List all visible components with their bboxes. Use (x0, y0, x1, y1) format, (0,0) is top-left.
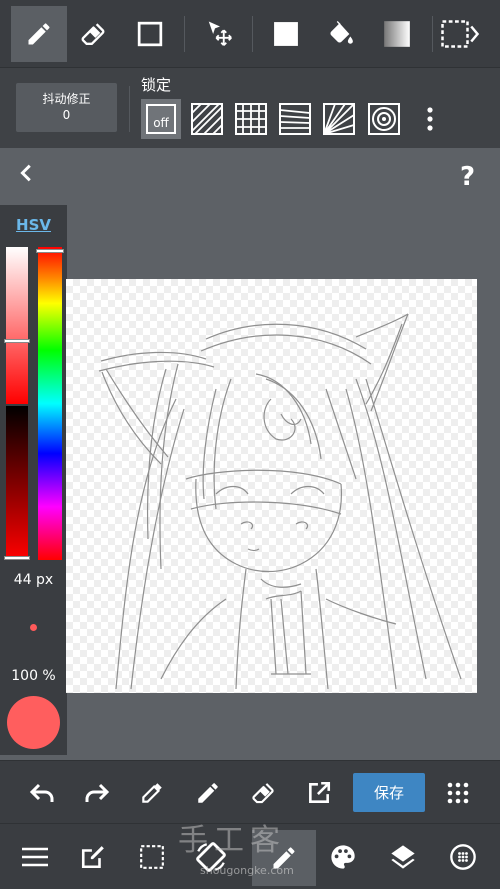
open-external-icon (309, 781, 331, 803)
eraser-tool-button[interactable] (65, 6, 121, 62)
lock-label: 锁定 (141, 76, 172, 94)
watermark-text: 手工客 (178, 823, 286, 858)
dashed-select-icon (140, 845, 164, 869)
dotted-circle-icon (450, 844, 476, 870)
saturation-slider[interactable] (6, 247, 28, 404)
filled-square-icon (274, 22, 298, 46)
export-button[interactable] (299, 773, 339, 813)
undo-button[interactable] (22, 773, 62, 813)
toolbar-divider (252, 16, 253, 52)
stabilizer-value: 0 (62, 108, 71, 122)
shape-tool-button[interactable] (122, 6, 178, 62)
canvas-workspace: ? HSV 44 px 100 % (0, 148, 500, 760)
square-outline-icon (137, 21, 163, 47)
lock-concentric-button[interactable] (364, 99, 404, 139)
dashed-select-icon (441, 20, 480, 48)
toolbar-divider (184, 16, 185, 52)
stabilizer-label: 抖动修正 (42, 92, 91, 106)
options-divider (129, 86, 130, 132)
sketch-drawing (98, 313, 462, 690)
undo-icon (29, 783, 54, 802)
opacity-value[interactable]: 100 % (0, 668, 67, 684)
redo-button[interactable] (77, 773, 117, 813)
back-button[interactable] (16, 162, 38, 188)
lock-radial-button[interactable] (319, 99, 359, 139)
main-menu-button[interactable] (14, 836, 56, 878)
hamburger-menu-icon (22, 847, 48, 867)
value-slider-handle[interactable] (4, 556, 30, 560)
tool-options-bar: 抖动修正 0 锁定 off (0, 67, 500, 148)
edit-button[interactable] (72, 836, 114, 878)
paint-bucket-icon (330, 21, 353, 44)
current-color-swatch[interactable] (7, 696, 60, 749)
layers-icon (391, 845, 415, 869)
eyedropper-icon (142, 783, 162, 803)
eraser-icon (81, 23, 105, 45)
lock-perspective-button[interactable] (275, 99, 315, 139)
edit-square-icon (81, 846, 104, 869)
more-vert-icon (427, 107, 433, 131)
palette-icon (331, 845, 355, 869)
saturation-slider-handle[interactable] (4, 339, 30, 343)
brush-settings-button[interactable] (442, 836, 484, 878)
stabilizer-button[interactable]: 抖动修正 0 (16, 83, 117, 132)
selection-button[interactable] (131, 836, 173, 878)
grid-dots-icon (447, 782, 469, 804)
menu-grid-button[interactable] (438, 773, 478, 813)
eyedropper-button[interactable] (132, 773, 172, 813)
color-mode-label[interactable]: HSV (0, 216, 67, 234)
select-tool-button[interactable] (440, 6, 500, 62)
fill-rect-tool-button[interactable] (258, 6, 314, 62)
toolbar-divider (432, 16, 433, 52)
hue-slider[interactable] (38, 247, 62, 560)
pencil-icon (198, 783, 218, 803)
radial-lines-icon (323, 103, 355, 135)
bucket-tool-button[interactable] (313, 6, 369, 62)
brush-size-value[interactable]: 44 px (0, 572, 67, 588)
eraser-button[interactable] (243, 773, 283, 813)
drawing-canvas[interactable] (66, 279, 477, 693)
color-button[interactable] (322, 836, 364, 878)
brush-button[interactable] (188, 773, 228, 813)
watermark-url: shougongke.com (200, 864, 294, 877)
gradient-icon (384, 21, 410, 47)
pen-tool-button[interactable] (11, 6, 67, 62)
concentric-circles-icon (368, 103, 400, 135)
lock-off-button[interactable]: off (141, 99, 181, 139)
perspective-lines-icon (279, 103, 311, 135)
move-arrow-icon (208, 21, 232, 46)
gradient-tool-button[interactable] (369, 6, 425, 62)
parallel-lines-icon (191, 103, 223, 135)
chevron-left-icon (20, 164, 31, 182)
grid-icon (235, 103, 267, 135)
save-button[interactable]: 保存 (353, 773, 425, 812)
top-toolbar (0, 0, 500, 67)
color-panel: HSV 44 px 100 % (0, 205, 67, 755)
move-tool-button[interactable] (192, 6, 248, 62)
more-options-button[interactable] (410, 99, 450, 139)
value-slider[interactable] (6, 406, 28, 560)
action-bar: 保存 (0, 760, 500, 823)
pencil-icon (28, 23, 50, 45)
help-button[interactable]: ? (460, 162, 475, 192)
lock-off-box: off (146, 104, 176, 134)
layers-button[interactable] (382, 836, 424, 878)
lock-grid-button[interactable] (231, 99, 271, 139)
hue-slider-handle[interactable] (36, 249, 64, 253)
redo-icon (85, 783, 110, 802)
lock-parallel-button[interactable] (187, 99, 227, 139)
eraser-icon (252, 783, 274, 804)
brush-size-preview (30, 624, 37, 631)
